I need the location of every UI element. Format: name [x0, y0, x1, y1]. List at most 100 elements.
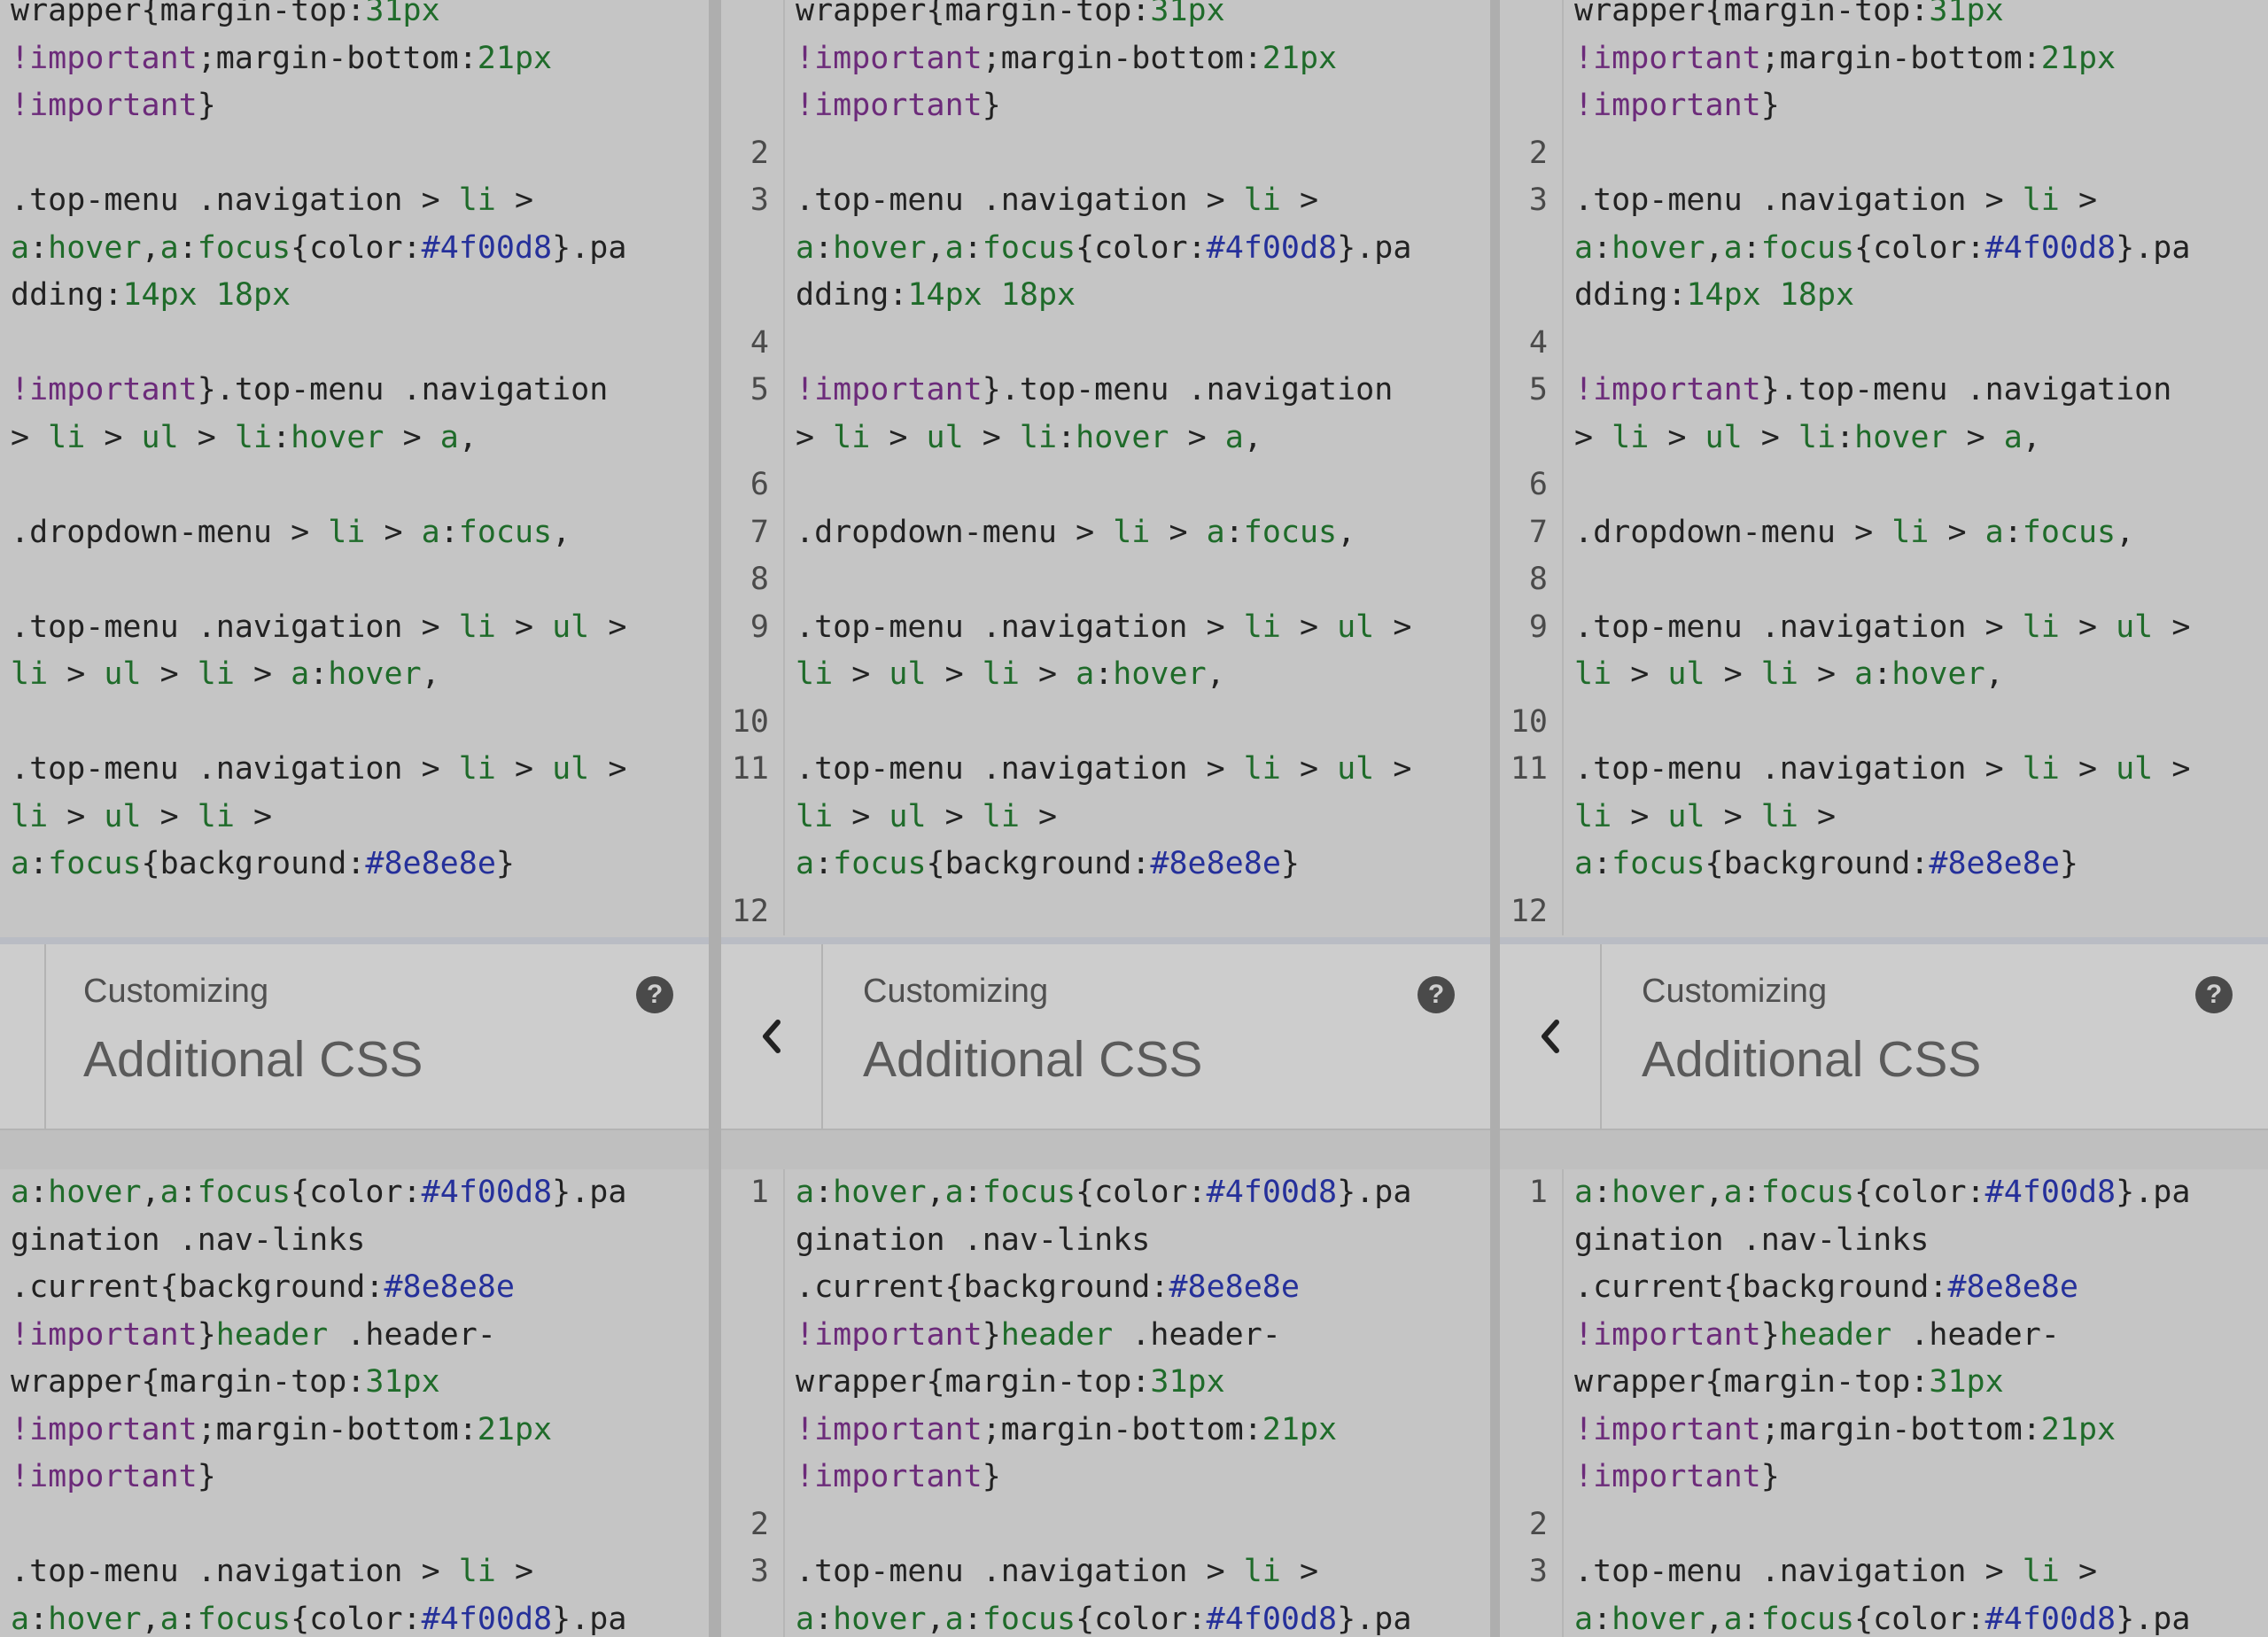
code-line: 7 .dropdown-menu > li > a:focus,	[721, 508, 1490, 556]
code-line: !important;margin-bottom:21px	[1500, 1406, 2268, 1454]
line-number: 3	[1528, 182, 1548, 218]
back-button[interactable]	[0, 944, 46, 1129]
code-line: 4	[0, 320, 709, 368]
code-token: !important	[796, 1459, 983, 1494]
code-token: .top-menu .navigation >	[796, 1554, 1244, 1589]
code-line: 8	[721, 556, 1490, 604]
code-line: 9.top-menu .navigation > li > ul >	[0, 604, 709, 652]
code-text: !important;margin-bottom:21px	[1564, 35, 2268, 83]
code-token: 31px	[365, 0, 440, 28]
code-token: >	[1280, 609, 1338, 645]
code-text: li > ul > li > a:hover,	[1564, 651, 2268, 699]
css-editor-bottom[interactable]: 1a:hover,a:focus{color:#4f00d8}.paginati…	[1500, 1169, 2268, 1637]
css-editor-top[interactable]: wrapper{margin-top:31px !important;margin…	[721, 0, 1490, 937]
css-editor-bottom[interactable]: 1a:hover,a:focus{color:#4f00d8}.paginati…	[721, 1169, 1490, 1637]
code-token: li	[11, 656, 49, 692]
code-token: }	[197, 1316, 216, 1353]
code-line: !important}	[721, 82, 1490, 130]
code-token: a	[2003, 419, 2023, 455]
help-icon[interactable]: ?	[1418, 976, 1455, 1013]
line-number: 10	[731, 703, 769, 740]
line-number: 2	[750, 1506, 769, 1542]
code-token: focus	[1243, 514, 1338, 550]
line-number: 7	[750, 514, 769, 550]
code-token: }.pa	[1337, 1601, 1412, 1637]
panel-separator	[709, 0, 721, 1637]
code-token: >	[495, 182, 534, 218]
code-token: >	[48, 656, 105, 692]
code-token: #4f00d8	[421, 1175, 553, 1210]
editor-panel-right: wrapper{margin-top:31px !important;margin…	[1500, 0, 2268, 1637]
code-token: a	[159, 1601, 179, 1637]
code-line: !important;margin-bottom:21px	[721, 35, 1490, 83]
code-token: >	[1374, 609, 1412, 645]
code-line: wrapper{margin-top:31px	[721, 1359, 1490, 1407]
code-token: {color:	[1076, 1175, 1207, 1210]
code-token: hover	[833, 1175, 927, 1210]
code-token: header	[1000, 1316, 1114, 1353]
code-text: wrapper{margin-top:31px	[0, 0, 709, 35]
header-divider	[721, 937, 1490, 944]
code-text: !important;margin-bottom:21px	[785, 35, 1490, 83]
code-token: >	[141, 798, 198, 834]
code-token: wrapper{margin-top:	[1574, 0, 1930, 28]
code-token: >	[1947, 419, 2004, 455]
code-text: !important}.top-menu .navigation	[1564, 367, 2268, 415]
code-lines: 1a:hover,a:focus{color:#4f00d8}.paginati…	[721, 1169, 1490, 1637]
code-line: wrapper{margin-top:31px	[1500, 0, 2268, 35]
code-token: >	[926, 798, 983, 834]
code-token: ul	[1337, 609, 1375, 645]
css-editor-top[interactable]: wrapper{margin-top:31px !important;margin…	[0, 0, 709, 937]
code-token: >	[796, 419, 834, 455]
back-button[interactable]	[1500, 944, 1602, 1129]
code-text: .dropdown-menu > li > a:focus,	[1564, 509, 2268, 557]
code-token: }.pa	[552, 1175, 627, 1210]
code-token: :	[1593, 1601, 1612, 1637]
help-icon[interactable]: ?	[2195, 976, 2233, 1013]
code-text: a:hover,a:focus{color:#4f00d8}.pa	[0, 1169, 709, 1217]
code-token: {color:	[1076, 229, 1207, 266]
back-button[interactable]	[721, 944, 823, 1129]
code-token: >	[1280, 751, 1338, 787]
code-token: }.pa	[552, 1601, 627, 1637]
code-token: }.pa	[1337, 229, 1412, 266]
code-token: hover	[1076, 419, 1169, 455]
code-line: wrapper{margin-top:31px	[1500, 1359, 2268, 1407]
css-editor-top[interactable]: wrapper{margin-top:31px !important;margin…	[1500, 0, 2268, 937]
code-token: :	[1593, 1175, 1612, 1210]
code-token: a	[11, 846, 30, 881]
code-token: a	[1574, 1601, 1594, 1637]
code-line: 11 .top-menu .navigation > li > ul >	[721, 746, 1490, 794]
code-text: .top-menu .navigation > li > ul >	[785, 746, 1490, 794]
code-token: >	[2153, 751, 2191, 787]
code-line: a:hover,a:focus{color:#4f00d8}.pa	[721, 224, 1490, 272]
code-text: !important}	[1564, 82, 2268, 130]
code-token: li	[1243, 1554, 1281, 1589]
code-text: li > ul > li > a:hover,	[785, 651, 1490, 699]
code-line: !important}	[1500, 1454, 2268, 1501]
code-token: >	[1798, 798, 1837, 834]
code-token: !important	[796, 88, 983, 123]
code-token: ;margin-bottom:	[1760, 40, 2041, 76]
css-editor-bottom[interactable]: 1a:hover,a:focus{color:#4f00d8}.paginati…	[0, 1169, 709, 1637]
code-token: a	[1854, 656, 1874, 692]
code-token: !important	[11, 1411, 198, 1447]
code-token: 31px	[1150, 0, 1225, 28]
code-line: !important}	[721, 1454, 1490, 1501]
code-text: .top-menu .navigation > li > ul >	[1564, 604, 2268, 652]
header-text: Customizing Additional CSS	[1642, 973, 1981, 1089]
panel-separator	[1490, 0, 1500, 1637]
code-token: li	[458, 1554, 496, 1589]
code-token: !important	[1574, 372, 1761, 407]
code-token: focus	[982, 229, 1076, 266]
code-text: !important}header .header-	[1564, 1312, 2268, 1360]
code-token: focus	[833, 846, 927, 881]
code-token: }	[982, 1459, 1001, 1494]
code-token: {color:	[1854, 1601, 1985, 1637]
code-token: }	[982, 88, 1001, 123]
help-icon[interactable]: ?	[636, 976, 673, 1013]
code-token: >	[365, 514, 422, 550]
